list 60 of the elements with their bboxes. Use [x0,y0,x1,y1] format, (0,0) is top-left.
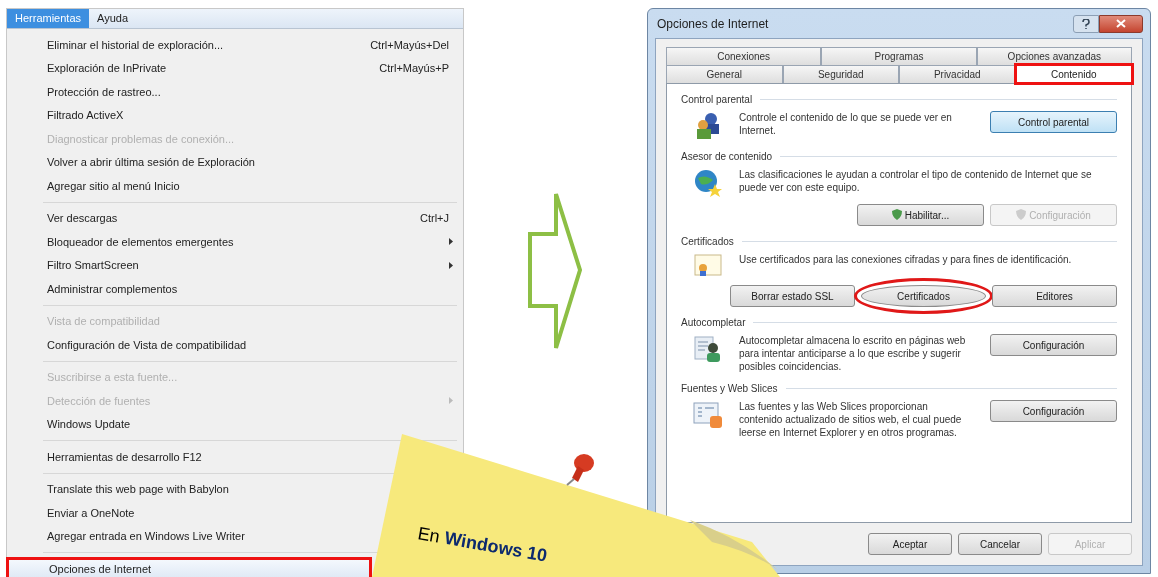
button[interactable]: Cancelar [958,533,1042,555]
button[interactable]: Borrar estado SSL [730,285,855,307]
menu-item[interactable]: Windows Update [7,412,463,436]
tab[interactable]: Conexiones [666,47,822,65]
menu-item[interactable]: Administrar complementos [7,277,463,301]
button[interactable]: Aceptar [868,533,952,555]
feed-icon [692,400,724,430]
group-heading: Fuentes y Web Slices [681,382,778,396]
close-icon [1116,19,1126,28]
tab[interactable]: Seguridad [782,65,899,83]
globe-star-icon [693,168,723,198]
shield-icon [891,208,902,220]
button[interactable]: Configuración [990,334,1117,356]
menu-item[interactable]: Enviar a OneNote [7,501,373,525]
menu-item[interactable]: Filtro SmartScreen [7,253,463,277]
group-heading: Asesor de contenido [681,150,773,164]
form-user-icon [693,334,723,364]
group-heading: Autocompletar [681,316,746,330]
shield-icon [1016,208,1027,220]
menu-item[interactable]: Agregar entrada en Windows Live Writer [7,524,373,548]
menu-item[interactable]: Exploración de InPrivate Ctrl+Mayús+P [7,56,463,80]
menu-item[interactable]: Eliminar el historial de exploración... Ctrl+Mayús+Del [7,33,463,57]
tab[interactable]: Contenido [1015,65,1132,83]
button[interactable]: Habilitar... [857,204,984,226]
menu-item[interactable]: Opciones de Internet [6,557,372,577]
close-button[interactable] [1099,14,1143,33]
description-text: Las clasificaciones le ayudan a controlar el tipo de contenido de Internet que se puede ver con este equipo. [739,168,1093,194]
description-text: Autocompletar almacena lo escrito en páginas web para intentar anticiparse a lo que escribe y sugerir posibles coincidencias. [739,334,967,373]
tab[interactable]: General [666,65,783,83]
menu-item[interactable]: Configuración de Vista de compatibilidad [7,333,463,357]
tab[interactable]: Programas [821,47,977,65]
help-button[interactable] [1073,14,1099,33]
menu-item[interactable]: Ver descargas Ctrl+J [7,206,463,230]
button[interactable]: Configuración [990,400,1117,422]
description-text: Controle el contenido de lo que se puede ver en Internet. [739,111,953,137]
sticky-note-text: En Windows 10 [415,522,550,568]
description-text: Las fuentes y las Web Slices proporcionan contenido actualizado de sitios web, el cual puede leerse en Internet Explorer y en otros programas. [739,400,963,439]
tab[interactable]: Privacidad [899,65,1016,83]
tab[interactable]: Opciones avanzadas [976,47,1132,65]
menu-item[interactable]: Herramientas de desarrollo F12 [7,445,373,469]
submenu-arrow-icon [449,261,453,269]
menu-item[interactable]: Filtrado ActiveX [7,103,463,127]
menu-item[interactable]: Agregar sitio al menú Inicio [7,174,463,198]
description-text: Use certificados para las conexiones cifradas y para fines de identificación. [739,253,1073,266]
submenu-arrow-icon [449,238,453,246]
menu-item[interactable]: Bloqueador de elementos emergentes [7,230,463,254]
menu-bar-item[interactable]: Ayuda [89,9,137,28]
submenu-arrow-icon [449,397,453,405]
button[interactable]: Editores [992,285,1117,307]
menu-item[interactable]: Translate this web page with Babylon [7,477,373,501]
menu-item[interactable]: Protección de rastreo... [7,80,463,104]
right-arrow-icon [526,190,584,352]
pushpin-icon [564,452,596,486]
certificate-icon [693,253,723,279]
group-heading: Control parental [681,93,753,107]
button[interactable]: Control parental [990,111,1117,133]
group-heading: Certificados [681,235,734,249]
menu-item[interactable]: Volver a abrir última sesión de Exploración [7,150,463,174]
window-title: Opciones de Internet [657,15,769,33]
help-icon [1082,18,1090,29]
